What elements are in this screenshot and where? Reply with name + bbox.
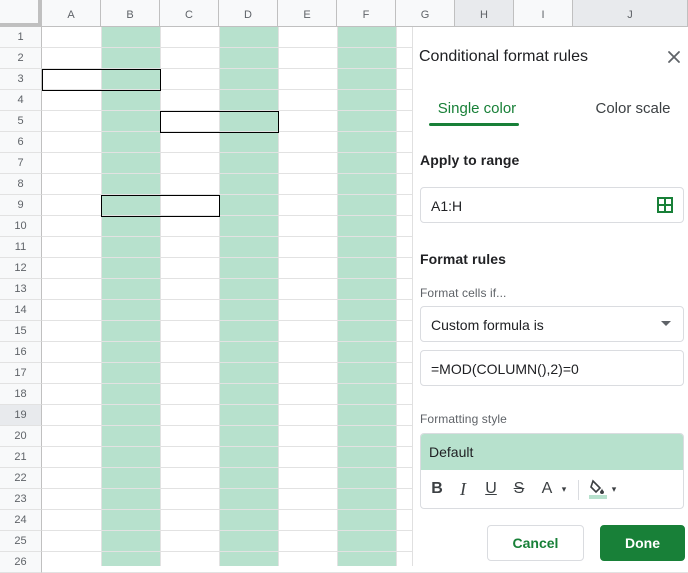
column-header-a[interactable]: A bbox=[42, 0, 101, 27]
row-header[interactable]: 19 bbox=[0, 405, 42, 426]
format-rules-label: Format rules bbox=[420, 251, 506, 267]
grid-line bbox=[219, 27, 220, 566]
row-header[interactable]: 26 bbox=[0, 552, 42, 573]
text-color-button[interactable]: A bbox=[539, 478, 555, 500]
outlined-cell-range-c5 bbox=[160, 111, 279, 133]
grid-select-icon[interactable] bbox=[657, 197, 673, 216]
row-header[interactable]: 20 bbox=[0, 426, 42, 447]
highlight-column-d bbox=[219, 27, 278, 566]
underline-button[interactable]: U bbox=[483, 478, 499, 500]
row-header[interactable]: 9 bbox=[0, 195, 42, 216]
italic-button[interactable]: I bbox=[455, 478, 471, 500]
fill-color-dropdown-icon[interactable]: ▾ bbox=[609, 478, 619, 500]
row-header[interactable]: 24 bbox=[0, 510, 42, 531]
row-header[interactable]: 12 bbox=[0, 258, 42, 279]
column-header-b[interactable]: B bbox=[101, 0, 160, 27]
row-header[interactable]: 23 bbox=[0, 489, 42, 510]
active-tab-indicator bbox=[429, 123, 519, 126]
column-header-j[interactable]: J bbox=[573, 0, 688, 27]
range-input[interactable]: A1:H bbox=[420, 187, 684, 223]
text-color-dropdown-icon[interactable]: ▾ bbox=[559, 478, 569, 500]
outlined-cell-range-a3 bbox=[42, 69, 161, 91]
row-header[interactable]: 2 bbox=[0, 48, 42, 69]
style-preview[interactable]: Default bbox=[421, 434, 683, 470]
row-header[interactable]: 13 bbox=[0, 279, 42, 300]
row-header[interactable]: 8 bbox=[0, 174, 42, 195]
row-header[interactable]: 11 bbox=[0, 237, 42, 258]
column-header-f[interactable]: F bbox=[337, 0, 396, 27]
column-header-d[interactable]: D bbox=[219, 0, 278, 27]
grid-line bbox=[396, 27, 397, 566]
conditional-format-panel: Conditional format rules Single color Co… bbox=[412, 27, 688, 566]
row-header[interactable]: 17 bbox=[0, 363, 42, 384]
style-preview-text: Default bbox=[429, 444, 474, 460]
row-header[interactable]: 6 bbox=[0, 132, 42, 153]
fill-color-icon[interactable] bbox=[587, 478, 609, 500]
column-header-g[interactable]: G bbox=[396, 0, 455, 27]
row-header[interactable]: 1 bbox=[0, 27, 42, 48]
range-value: A1:H bbox=[431, 198, 463, 214]
row-header[interactable]: 25 bbox=[0, 531, 42, 552]
apply-to-range-label: Apply to range bbox=[420, 152, 520, 168]
row-header[interactable]: 21 bbox=[0, 447, 42, 468]
row-header[interactable]: 18 bbox=[0, 384, 42, 405]
row-header[interactable]: 5 bbox=[0, 111, 42, 132]
row-header[interactable]: 10 bbox=[0, 216, 42, 237]
grid-line bbox=[101, 27, 102, 566]
row-header[interactable]: 4 bbox=[0, 90, 42, 111]
strikethrough-button[interactable]: S bbox=[511, 478, 527, 500]
close-icon[interactable] bbox=[663, 46, 685, 68]
highlight-column-b bbox=[101, 27, 160, 566]
row-header[interactable]: 16 bbox=[0, 342, 42, 363]
formula-value: =MOD(COLUMN(),2)=0 bbox=[431, 361, 579, 377]
outlined-cell-range-b9 bbox=[101, 195, 220, 217]
style-toolbar: B I U S A ▾ ▾ bbox=[421, 470, 683, 508]
bold-button[interactable]: B bbox=[429, 478, 445, 500]
column-header-h[interactable]: H bbox=[455, 0, 514, 27]
grid-line bbox=[278, 27, 279, 566]
grid-line bbox=[160, 27, 161, 566]
highlight-column-f bbox=[337, 27, 396, 566]
chevron-down-icon bbox=[661, 321, 671, 326]
formula-input[interactable]: =MOD(COLUMN(),2)=0 bbox=[420, 350, 684, 386]
column-header-e[interactable]: E bbox=[278, 0, 337, 27]
select-all-corner[interactable] bbox=[0, 0, 42, 27]
condition-value: Custom formula is bbox=[431, 317, 544, 333]
panel-header: Conditional format rules bbox=[413, 27, 688, 89]
row-header[interactable]: 7 bbox=[0, 153, 42, 174]
grid-line bbox=[337, 27, 338, 566]
formatting-style-label: Formatting style bbox=[420, 412, 507, 426]
row-header[interactable]: 14 bbox=[0, 300, 42, 321]
tab-color-scale[interactable]: Color scale bbox=[583, 89, 683, 129]
row-header[interactable]: 22 bbox=[0, 468, 42, 489]
condition-dropdown[interactable]: Custom formula is bbox=[420, 306, 684, 342]
row-header[interactable]: 15 bbox=[0, 321, 42, 342]
toolbar-divider bbox=[578, 480, 579, 500]
column-header-i[interactable]: I bbox=[514, 0, 573, 27]
done-button[interactable]: Done bbox=[600, 525, 685, 561]
formatting-style-box: Default B I U S A ▾ ▾ bbox=[420, 433, 684, 509]
panel-title: Conditional format rules bbox=[419, 48, 588, 65]
row-header[interactable]: 3 bbox=[0, 69, 42, 90]
column-header-c[interactable]: C bbox=[160, 0, 219, 27]
format-cells-if-label: Format cells if... bbox=[420, 286, 507, 300]
cancel-button[interactable]: Cancel bbox=[487, 525, 584, 561]
